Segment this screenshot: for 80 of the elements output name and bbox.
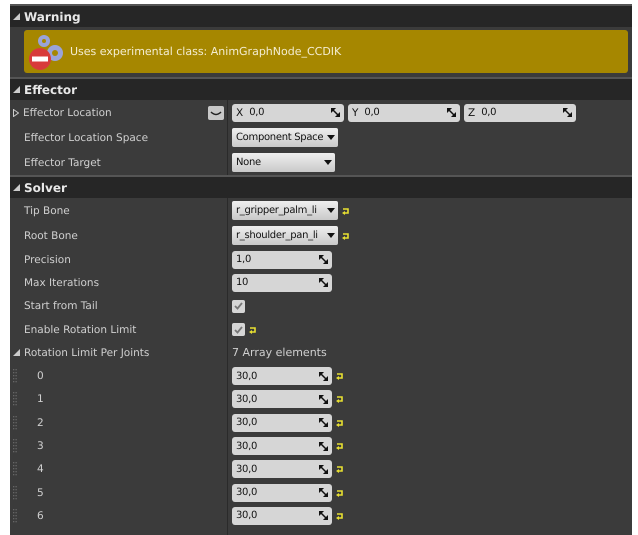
section-header[interactable]: Effector — [10, 77, 632, 100]
number-field[interactable]: 10 — [232, 274, 332, 292]
property-label: Start from Tail — [24, 300, 98, 312]
caret-icon — [324, 160, 332, 165]
expand-arrow-icon[interactable] — [13, 108, 19, 116]
number-field[interactable]: 30,0 — [232, 460, 332, 478]
number-field[interactable]: 30,0 — [232, 484, 332, 502]
property-label: Precision — [24, 254, 71, 266]
caret-icon — [327, 208, 335, 213]
number-field[interactable]: 30,0 — [232, 414, 332, 432]
number-field[interactable]: 30,0 — [232, 506, 332, 525]
property-label: Tip Bone — [24, 204, 70, 216]
reset-icon[interactable] — [336, 372, 344, 380]
dropdown[interactable]: Component Space — [232, 128, 338, 147]
drag-arrows-icon[interactable] — [319, 488, 328, 498]
drag-handle-icon[interactable] — [13, 508, 17, 523]
property-label: Max Iterations — [24, 276, 100, 289]
property-label: Effector Target — [24, 156, 101, 168]
number-field[interactable]: Y 0,0 — [348, 104, 460, 122]
drag-arrows-icon[interactable] — [319, 511, 328, 520]
element-index: 0 — [37, 370, 44, 382]
element-index: 4 — [37, 463, 44, 476]
caret-icon — [327, 135, 335, 140]
checkbox[interactable] — [232, 300, 245, 313]
drag-handle-icon[interactable] — [13, 486, 17, 500]
number-field[interactable]: 30,0 — [232, 390, 332, 408]
drag-handle-icon[interactable] — [13, 369, 17, 384]
property-label: Root Bone — [24, 230, 78, 242]
collapse-arrow-icon[interactable] — [13, 349, 20, 356]
collapse-arrow-icon[interactable] — [13, 13, 20, 20]
number-field[interactable]: Z 0,0 — [464, 104, 576, 122]
array-count: 7 Array elements — [232, 346, 327, 360]
drag-arrows-icon[interactable] — [319, 255, 328, 264]
section-header[interactable]: Warning — [10, 4, 632, 27]
dropdown[interactable]: None — [232, 153, 335, 172]
caret-icon — [327, 233, 335, 238]
reset-icon[interactable] — [342, 232, 350, 240]
reset-icon[interactable] — [342, 206, 350, 214]
number-field[interactable]: 30,0 — [232, 367, 332, 386]
drag-handle-icon[interactable] — [13, 462, 17, 476]
property-label: Enable Rotation Limit — [24, 324, 136, 336]
property-label: Effector Location Space — [24, 132, 148, 144]
property-label: Effector Location — [23, 106, 112, 118]
element-index: 6 — [37, 510, 44, 522]
drag-handle-icon[interactable] — [13, 439, 17, 454]
drag-arrows-icon[interactable] — [319, 464, 328, 474]
drag-arrows-icon[interactable] — [319, 372, 328, 381]
dropdown[interactable]: r_gripper_palm_li — [232, 201, 338, 220]
number-field[interactable]: X 0,0 — [232, 104, 344, 122]
reset-icon[interactable] — [336, 465, 344, 474]
reset-icon[interactable] — [336, 418, 344, 427]
element-index: 2 — [37, 416, 44, 429]
warning-banner: Uses experimental class: AnimGraphNode_CCDIK — [24, 30, 628, 73]
drag-arrows-icon[interactable] — [319, 418, 328, 428]
drag-arrows-icon[interactable] — [447, 108, 456, 117]
reset-icon[interactable] — [336, 512, 344, 520]
drag-arrows-icon[interactable] — [319, 442, 328, 451]
drag-arrows-icon[interactable] — [563, 108, 572, 117]
drag-arrows-icon[interactable] — [319, 278, 328, 288]
element-index: 5 — [37, 486, 44, 499]
reset-icon[interactable] — [249, 326, 257, 334]
reset-icon[interactable] — [336, 488, 344, 497]
number-field[interactable]: 1,0 — [232, 250, 332, 269]
property-label: Rotation Limit Per Joints — [24, 346, 150, 359]
reset-curve-icon[interactable] — [208, 106, 224, 120]
drag-arrows-icon[interactable] — [331, 108, 340, 117]
drag-arrows-icon[interactable] — [319, 394, 328, 404]
collapse-arrow-icon[interactable] — [13, 184, 20, 191]
element-index: 1 — [37, 393, 44, 406]
element-index: 3 — [37, 440, 44, 452]
gears-warning-icon — [28, 32, 66, 70]
section-header[interactable]: Solver — [10, 175, 632, 198]
dropdown[interactable]: r_shoulder_pan_li — [232, 226, 338, 245]
reset-icon[interactable] — [336, 442, 344, 450]
checkbox[interactable] — [232, 323, 245, 336]
number-field[interactable]: 30,0 — [232, 437, 332, 456]
drag-handle-icon[interactable] — [13, 416, 17, 430]
drag-handle-icon[interactable] — [13, 392, 17, 406]
collapse-arrow-icon[interactable] — [13, 86, 20, 93]
reset-icon[interactable] — [336, 395, 344, 404]
